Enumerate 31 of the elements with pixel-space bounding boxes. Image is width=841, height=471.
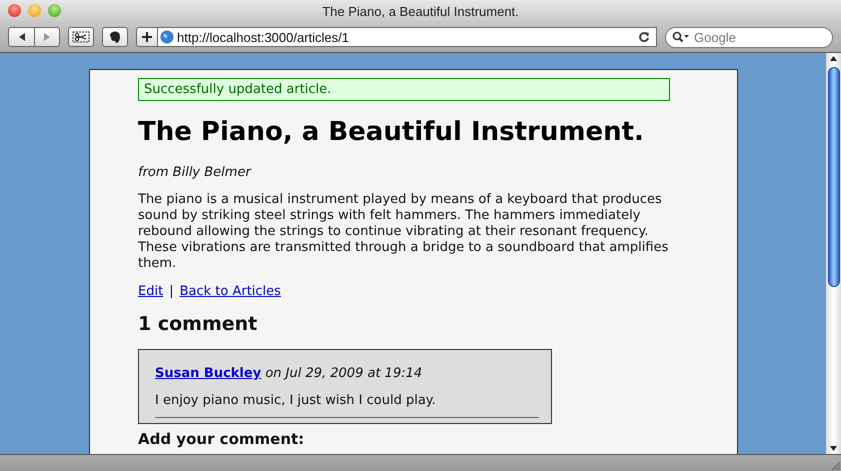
window-title: The Piano, a Beautiful Instrument. xyxy=(322,4,519,18)
scroll-thumb[interactable] xyxy=(828,67,840,287)
scissors-icon xyxy=(72,31,90,43)
close-button[interactable] xyxy=(8,4,21,17)
comments-heading: 1 comment xyxy=(138,313,258,335)
forward-arrow-icon xyxy=(42,32,52,42)
search-icon xyxy=(672,31,690,43)
article-body: The piano is a musical instrument played by means of a keyboard that produces sound by striking steel strings with felt hammers. The hammers immediately rebound allowing the strings to continue vibrating at their resonant frequency. These vibrations are transmitted through a bridge to a soundboard that amplifies them. xyxy=(138,192,670,272)
author-link[interactable]: Susan Buckley xyxy=(155,366,262,381)
nav-link[interactable]: Edit xyxy=(138,284,164,299)
forward-button[interactable] xyxy=(34,27,60,47)
address-field[interactable]: http://localhost:3000/articles/1 xyxy=(157,27,657,47)
plus-icon xyxy=(142,32,152,42)
article-byline: from Billy Belmer xyxy=(138,165,252,180)
nav-link[interactable]: Back to Articles xyxy=(180,284,281,299)
globe-icon xyxy=(160,30,174,44)
clip-button[interactable] xyxy=(68,27,94,47)
search-input[interactable]: Google xyxy=(692,28,796,46)
comment-date: on Jul 29, 2009 at 19:14 xyxy=(265,366,422,381)
flash-notice: Successfully updated article. xyxy=(138,78,670,101)
resize-grip-icon[interactable] xyxy=(829,459,841,471)
form-heading: Add your comment: xyxy=(138,430,306,448)
link-separator: | xyxy=(169,284,174,299)
comment-text: I enjoy piano music, I just wish I could play. xyxy=(155,393,539,418)
reload-icon[interactable] xyxy=(638,31,650,43)
back-arrow-icon xyxy=(16,32,26,42)
back-button[interactable] xyxy=(8,27,34,47)
add-bookmark-button[interactable] xyxy=(136,27,158,47)
scrollbar[interactable] xyxy=(826,53,841,454)
search-field[interactable]: Google xyxy=(665,26,833,48)
article-title: The Piano, a Beautiful Instrument. xyxy=(138,117,645,147)
